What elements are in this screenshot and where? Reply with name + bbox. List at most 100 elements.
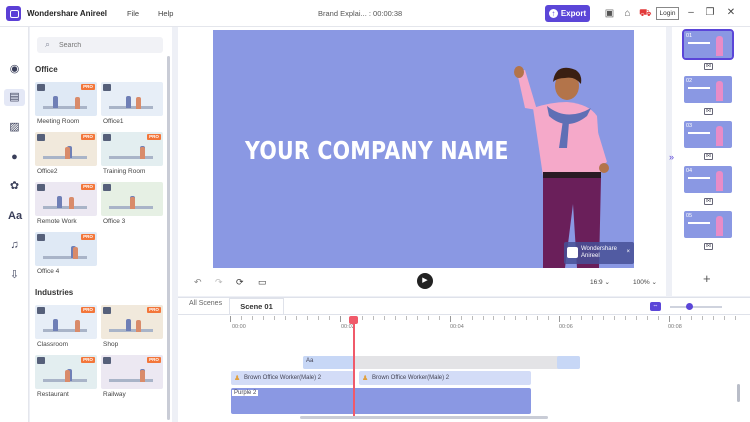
character-clip-label: Brown Office Worker(Male) 2 — [372, 375, 450, 381]
import-icon[interactable]: ⇩ — [8, 269, 21, 282]
loop-icon[interactable]: ⟳ — [236, 277, 244, 288]
template-type-icon — [103, 307, 111, 314]
scene-canvas[interactable]: YOUR COMPANY NAME Wondershare Anireel × — [213, 30, 634, 268]
scene-template-thumb[interactable]: PRO — [35, 182, 97, 216]
character-figure[interactable] — [503, 64, 613, 268]
thumb-figure — [53, 319, 58, 331]
zoom-select[interactable]: 100% ⌄ — [633, 278, 657, 286]
palette-icon[interactable]: ◉ — [8, 63, 21, 76]
scene-template-thumb[interactable]: PRO — [35, 232, 97, 266]
camera-icon[interactable]: ▭ — [258, 277, 267, 288]
transition-icon[interactable]: ⋈ — [704, 63, 713, 70]
ruler-tick — [273, 316, 275, 320]
collapse-panel-icon[interactable]: » — [669, 152, 674, 162]
scene-thumb-02[interactable]: 02 — [684, 76, 732, 103]
scene-template-thumb[interactable]: PRO — [101, 305, 163, 339]
scene-thumb-01[interactable]: 01 — [682, 29, 734, 60]
thumb-desk — [109, 379, 153, 382]
search-box[interactable]: ⌕ — [37, 37, 163, 53]
save-icon[interactable]: ▣ — [604, 8, 615, 19]
scene-thumb-figure — [716, 216, 723, 236]
text-track[interactable]: Aa — [303, 356, 580, 369]
timeline-vertical-scrollbar[interactable] — [737, 384, 740, 402]
menu-help[interactable]: Help — [158, 9, 173, 18]
ruler-tick — [262, 316, 264, 320]
aspect-ratio-select[interactable]: 16:9 ⌄ — [590, 278, 610, 286]
playhead-handle[interactable] — [349, 316, 358, 324]
panel-scrollbar[interactable] — [167, 56, 170, 420]
scene-thumb-05[interactable]: 05 — [684, 211, 732, 238]
ruler-tick — [284, 316, 286, 320]
timeline-horizontal-scrollbar[interactable] — [300, 416, 548, 419]
add-scene-button[interactable]: + — [703, 271, 711, 286]
scene-thumb-04[interactable]: 04 — [684, 166, 732, 193]
timeline-zoom-slider[interactable] — [670, 306, 722, 308]
template-type-icon — [37, 234, 45, 241]
section-title: Office — [35, 65, 58, 74]
ruler-tick — [251, 316, 253, 320]
headline-text[interactable]: YOUR COMPANY NAME — [245, 136, 509, 165]
search-input[interactable] — [59, 39, 157, 51]
ruler-tick — [240, 316, 242, 320]
character-clip[interactable]: ♟ Brown Office Worker(Male) 2 — [231, 371, 354, 385]
pro-badge: PRO — [81, 184, 95, 190]
watermark-close-icon[interactable]: × — [626, 249, 630, 255]
music-icon[interactable]: ♫ — [8, 239, 21, 252]
menu-file[interactable]: File — [127, 9, 139, 18]
ruler-tick — [339, 316, 341, 322]
timeline-ruler[interactable] — [230, 316, 736, 330]
tab-scene-01[interactable]: Scene 01 — [229, 298, 284, 315]
character-icon[interactable]: ● — [8, 151, 21, 164]
transition-icon[interactable]: ⋈ — [704, 108, 713, 115]
background-icon[interactable]: ▨ — [8, 121, 21, 134]
text-clip-end[interactable] — [557, 356, 580, 369]
scene-thumb-text — [688, 132, 710, 134]
scene-template-icon[interactable]: ▤ — [4, 89, 25, 106]
scene-template-thumb[interactable]: PRO — [35, 355, 97, 389]
timeline-zoom-knob[interactable] — [686, 303, 693, 310]
text-clip[interactable]: Aa — [303, 356, 355, 369]
background-clip[interactable]: Purple 2 — [231, 388, 531, 414]
transition-icon[interactable]: ⋈ — [704, 198, 713, 205]
scene-template-thumb[interactable]: PRO — [35, 132, 97, 166]
thumb-desk — [43, 206, 87, 209]
text-icon[interactable]: Aa — [8, 210, 22, 223]
scene-template-thumb[interactable]: PRO — [35, 82, 97, 116]
cart-icon[interactable]: ⛟ — [639, 8, 652, 19]
ruler-tick — [614, 316, 616, 320]
home-icon[interactable]: ⌂ — [622, 8, 633, 19]
props-icon[interactable]: ✿ — [8, 180, 21, 193]
ruler-tick — [592, 316, 594, 320]
play-button[interactable]: ▶ — [417, 273, 433, 289]
character-clip[interactable]: ♟ Brown Office Worker(Male) 2 — [359, 371, 531, 385]
scene-template-thumb[interactable] — [101, 182, 163, 216]
ruler-tick — [603, 316, 605, 320]
background-clip-label: Purple 2 — [232, 390, 259, 396]
minimize-icon[interactable]: – — [686, 7, 696, 19]
title-bar: Wondershare Anireel File Help Brand Expl… — [0, 0, 750, 27]
redo-icon[interactable]: ↷ — [215, 277, 223, 288]
template-label: Training Room — [103, 168, 146, 175]
tab-all-scenes[interactable]: All Scenes — [189, 300, 222, 307]
transition-icon[interactable]: ⋈ — [704, 243, 713, 250]
watermark-logo-icon — [567, 247, 578, 258]
export-button[interactable]: ↑ Export — [545, 5, 590, 22]
ruler-tick — [702, 316, 704, 320]
scene-template-thumb[interactable]: PRO — [101, 355, 163, 389]
login-button[interactable]: Login — [656, 7, 679, 20]
scene-number: 02 — [686, 78, 693, 84]
scene-template-thumb[interactable] — [101, 82, 163, 116]
scene-thumb-text — [688, 222, 710, 224]
transition-icon[interactable]: ⋈ — [704, 153, 713, 160]
scene-template-thumb[interactable]: PRO — [35, 305, 97, 339]
fit-timeline-icon[interactable]: ⇔ — [650, 302, 661, 311]
scene-template-thumb[interactable]: PRO — [101, 132, 163, 166]
playhead[interactable] — [353, 316, 355, 416]
close-icon[interactable]: ✕ — [726, 7, 736, 19]
ruler-tick — [482, 316, 484, 320]
undo-icon[interactable]: ↶ — [194, 277, 202, 288]
scene-thumb-text — [688, 87, 710, 89]
template-type-icon — [37, 84, 45, 91]
scene-thumb-03[interactable]: 03 — [684, 121, 732, 148]
restore-icon[interactable]: ❐ — [705, 7, 715, 19]
